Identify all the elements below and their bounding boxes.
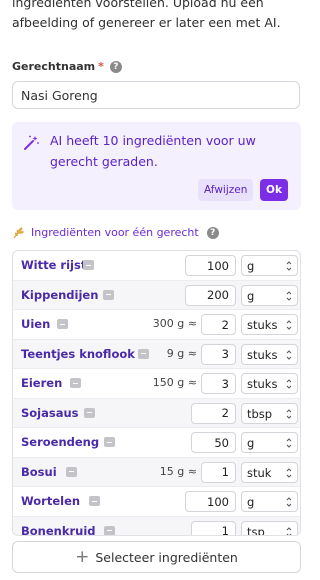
- ingredient-name: Bosui: [21, 464, 57, 479]
- remove-ingredient-icon[interactable]: [104, 525, 115, 535]
- intro-line-1: ingrediënten voorstellen. Upload nu een: [12, 0, 264, 10]
- unit-select[interactable]: stuks: [241, 373, 298, 394]
- unit-select[interactable]: g: [241, 284, 298, 306]
- ingredient-row: Bonenkruid tsp: [13, 516, 300, 536]
- ingredient-row: Witte rijst g: [13, 251, 300, 281]
- unit-select[interactable]: tsp: [241, 520, 298, 536]
- unit-select[interactable]: stuks: [241, 343, 298, 365]
- ingredient-name: Eieren: [21, 376, 63, 390]
- quantity-input[interactable]: [201, 343, 236, 365]
- weight-approximation: 150 g ≈: [152, 376, 197, 389]
- quantity-input[interactable]: [201, 314, 236, 335]
- unit-select[interactable]: stuks: [241, 314, 298, 335]
- chevron-updown-icon: [286, 438, 292, 448]
- chevron-updown-icon: [286, 526, 292, 535]
- chevron-updown-icon: [286, 349, 292, 360]
- quantity-input[interactable]: [191, 402, 236, 424]
- ai-suggestion-text: AI heeft 10 ingrediënten voor uw gerecht…: [50, 133, 256, 169]
- ingredients-section-title: Ingrediënten voor één gerecht ?: [12, 226, 219, 239]
- remove-ingredient-icon[interactable]: [70, 378, 81, 388]
- magic-wand-icon: [24, 135, 39, 150]
- remove-ingredient-icon[interactable]: [138, 348, 149, 359]
- ingredient-row: Uien 300 g ≈ stuks: [13, 310, 300, 340]
- weight-approximation: 300 g ≈: [152, 317, 197, 330]
- ok-button[interactable]: Ok: [260, 179, 288, 201]
- weight-approximation: 9 g ≈: [166, 346, 197, 360]
- quantity-input[interactable]: [191, 432, 236, 453]
- intro-text: ingrediënten voorstellen. Upload nu een …: [12, 0, 302, 33]
- required-marker: *: [98, 60, 104, 73]
- ingredient-name: Witte rijst: [21, 258, 87, 272]
- unit-value: g: [247, 436, 255, 450]
- select-ingredients-button[interactable]: + Selecteer ingrediënten: [12, 541, 301, 573]
- ingredient-row: Sojasaus tbsp: [13, 398, 300, 428]
- ai-suggestion-panel: AI heeft 10 ingrediënten voor uw gerecht…: [12, 122, 301, 210]
- chevron-updown-icon: [286, 261, 292, 271]
- unit-value: tbsp: [247, 406, 273, 421]
- wheat-icon: [13, 227, 24, 239]
- unit-value: tsp: [247, 524, 265, 536]
- ingredient-name: Seroendeng: [21, 435, 100, 449]
- weight-approximation: 15 g ≈: [159, 464, 197, 478]
- chevron-updown-icon: [286, 320, 292, 330]
- remove-ingredient-icon[interactable]: [103, 289, 114, 300]
- ingredient-name: Bonenkruid: [21, 523, 96, 536]
- chevron-updown-icon: [286, 408, 292, 419]
- ingredient-row: Teentjes knoflook 9 g ≈ stuks: [13, 339, 300, 369]
- ingredient-row: Kippendijen g: [13, 280, 300, 310]
- unit-select[interactable]: g: [241, 255, 298, 276]
- dish-name-label-text: Gerechtnaam: [12, 60, 96, 73]
- ingredient-row: Eieren 150 g ≈ stuks: [13, 369, 300, 399]
- ingredients-list: Witte rijstgKippendijengUien300 g ≈stuks…: [12, 250, 301, 536]
- unit-value: stuk: [247, 465, 272, 480]
- quantity-input[interactable]: [191, 520, 236, 535]
- help-icon[interactable]: ?: [109, 60, 122, 73]
- ingredient-name: Wortelen: [21, 494, 81, 508]
- quantity-input[interactable]: [185, 491, 236, 512]
- quantity-input[interactable]: [201, 461, 236, 483]
- ingredient-name: Teentjes knoflook: [21, 346, 135, 361]
- remove-ingredient-icon[interactable]: [57, 319, 68, 329]
- ingredients-section-title-text: Ingrediënten voor één gerecht: [31, 226, 199, 239]
- plus-icon: +: [75, 546, 90, 567]
- chevron-updown-icon: [286, 467, 292, 478]
- ingredient-name: Kippendijen: [21, 287, 99, 302]
- remove-ingredient-icon[interactable]: [104, 437, 115, 447]
- remove-ingredient-icon[interactable]: [66, 466, 77, 477]
- ingredient-name: Sojasaus: [21, 405, 79, 420]
- dish-name-label: Gerechtnaam * ?: [12, 60, 122, 73]
- quantity-input[interactable]: [201, 373, 236, 394]
- chevron-updown-icon: [286, 290, 292, 301]
- unit-select[interactable]: g: [241, 432, 298, 453]
- unit-value: stuks: [247, 318, 278, 332]
- ingredient-row: Seroendeng g: [13, 428, 300, 458]
- chevron-updown-icon: [286, 497, 292, 507]
- help-icon[interactable]: ?: [206, 226, 219, 239]
- unit-value: g: [247, 288, 255, 303]
- unit-select[interactable]: g: [241, 491, 298, 512]
- unit-value: stuks: [247, 347, 278, 362]
- intro-line-2: afbeelding of genereer er later een met …: [12, 15, 281, 30]
- chevron-updown-icon: [286, 379, 292, 389]
- remove-ingredient-icon[interactable]: [83, 260, 94, 270]
- ingredient-row: Wortelen g: [13, 487, 300, 517]
- remove-ingredient-icon[interactable]: [89, 496, 100, 506]
- unit-value: g: [247, 259, 255, 273]
- remove-ingredient-icon[interactable]: [84, 407, 95, 418]
- dish-name-input[interactable]: [12, 81, 300, 109]
- ingredient-name: Uien: [21, 317, 51, 331]
- unit-value: g: [247, 495, 255, 509]
- reject-button[interactable]: Afwijzen: [198, 179, 254, 201]
- select-ingredients-label: Selecteer ingrediënten: [95, 549, 238, 565]
- quantity-input[interactable]: [185, 255, 236, 276]
- ingredient-row: Bosui 15 g ≈ stuk: [13, 457, 300, 487]
- unit-value: stuks: [247, 377, 278, 391]
- unit-select[interactable]: stuk: [241, 461, 298, 483]
- quantity-input[interactable]: [185, 284, 236, 306]
- unit-select[interactable]: tbsp: [241, 402, 298, 424]
